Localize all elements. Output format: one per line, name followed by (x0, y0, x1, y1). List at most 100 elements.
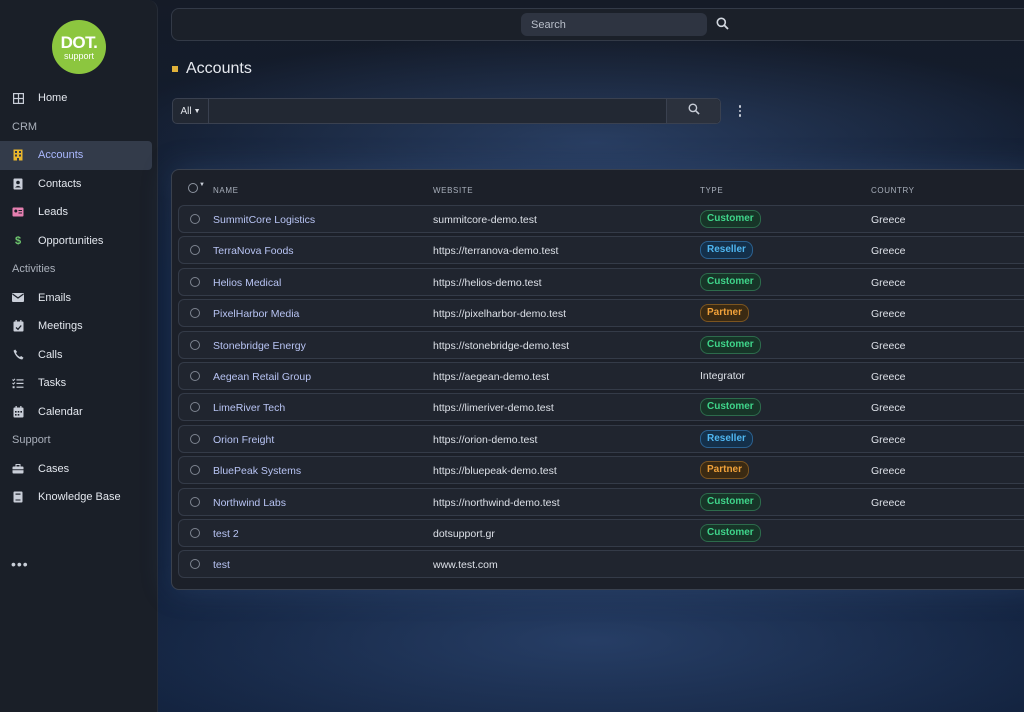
table-row[interactable]: TerraNova Foods https://terranova-demo.te… (178, 236, 1024, 265)
filter-text-input[interactable] (209, 99, 666, 123)
row-checkbox[interactable] (190, 559, 200, 570)
more-actions-kebab-icon[interactable] (735, 103, 745, 119)
sidebar-item-cases[interactable]: Cases (0, 455, 158, 484)
section-label-activities: Activities (12, 263, 56, 276)
account-country: Greece (871, 339, 906, 352)
checkbox-circle-icon (188, 183, 198, 193)
type-badge: Customer (700, 492, 761, 511)
column-header-country[interactable]: COUNTRY (871, 186, 915, 195)
table-row[interactable]: LimeRiver Tech https://limeriver-demo.tes… (178, 393, 1024, 422)
sidebar-item-home[interactable]: Home (0, 84, 158, 113)
account-name-link[interactable]: test (213, 559, 230, 571)
sidebar-item-calls[interactable]: Calls (0, 341, 158, 370)
logo-text-sub: support (63, 50, 95, 61)
row-checkbox[interactable] (190, 402, 200, 413)
sidebar-item-calendar[interactable]: Calendar (0, 398, 158, 427)
account-name-link[interactable]: Helios Medical (213, 277, 281, 289)
table-row[interactable]: Stonebridge Energy https://stonebridge-de… (178, 330, 1024, 359)
row-checkbox[interactable] (190, 245, 200, 256)
table-row[interactable]: test www.test.com (178, 550, 1024, 579)
global-search-input[interactable] (521, 13, 707, 36)
table-row[interactable]: test 2 dotsupport.gr Customer (178, 518, 1024, 547)
sidebar-item-contacts[interactable]: Contacts (0, 170, 158, 199)
account-name-link[interactable]: SummitCore Logistics (213, 214, 315, 226)
phone-icon (12, 349, 24, 361)
row-checkbox[interactable] (190, 308, 200, 319)
row-checkbox[interactable] (190, 527, 200, 538)
account-name-link[interactable]: PixelHarbor Media (213, 308, 299, 320)
top-bar (171, 8, 1024, 41)
type-badge: Reseller (700, 429, 753, 448)
section-label-support: Support (12, 434, 51, 447)
book-icon (12, 491, 24, 503)
account-country: Greece (871, 245, 906, 258)
account-type-cell: Customer (700, 492, 761, 511)
sidebar-item-opportunities[interactable]: $ Opportunities (0, 227, 158, 256)
row-checkbox[interactable] (190, 214, 200, 224)
sidebar-item-label: Meetings (38, 320, 83, 333)
account-type-cell: Integrator (700, 367, 745, 385)
table-row[interactable]: Aegean Retail Group https://aegean-demo.t… (178, 361, 1024, 390)
account-name-link[interactable]: BluePeak Systems (213, 465, 301, 477)
calendar-icon (12, 405, 24, 418)
account-name-link[interactable]: test 2 (213, 528, 239, 540)
account-type-cell: Customer (700, 210, 761, 228)
account-website: https://orion-demo.test (433, 433, 538, 446)
dot-support-logo[interactable]: DOT. support (52, 20, 106, 74)
sidebar-item-meetings[interactable]: Meetings (0, 312, 158, 341)
filter-scope-dropdown[interactable]: All ▼ (173, 99, 209, 123)
row-checkbox[interactable] (190, 339, 200, 350)
type-badge: Customer (700, 523, 761, 542)
account-country: Greece (871, 496, 906, 509)
account-website: https://limeriver-demo.test (433, 402, 554, 415)
account-type-cell: Customer (700, 272, 761, 291)
column-header-name[interactable]: NAME (213, 186, 239, 195)
account-name-link[interactable]: Northwind Labs (213, 497, 286, 509)
table-header: ▼ NAME WEBSITE TYPE COUNTRY (172, 180, 1024, 202)
search-icon[interactable] (716, 17, 730, 31)
row-checkbox[interactable] (190, 496, 200, 507)
table-row[interactable]: Northwind Labs https://northwind-demo.tes… (178, 487, 1024, 516)
account-country: Greece (871, 465, 906, 478)
sidebar-item-label: Home (38, 92, 68, 105)
account-name-link[interactable]: Stonebridge Energy (213, 340, 306, 352)
filter-scope-label: All (180, 105, 192, 117)
filter-search-button[interactable] (666, 99, 720, 123)
account-name-link[interactable]: TerraNova Foods (213, 245, 294, 257)
account-type-cell: Reseller (700, 241, 753, 260)
sidebar-item-knowledge-base[interactable]: Knowledge Base (0, 483, 158, 512)
table-row[interactable]: Helios Medical https://helios-demo.test Cu… (178, 267, 1024, 296)
row-checkbox[interactable] (190, 433, 200, 444)
account-website: dotsupport.gr (433, 527, 495, 540)
caret-down-icon: ▼ (193, 107, 201, 115)
type-text: Integrator (700, 369, 745, 382)
account-website: https://pixelharbor-demo.test (433, 308, 567, 321)
account-country: Greece (871, 308, 906, 321)
account-name-link[interactable]: Aegean Retail Group (213, 371, 311, 383)
column-header-website[interactable]: WEBSITE (433, 186, 473, 195)
table-row[interactable]: BluePeak Systems https://bluepeak-demo.te… (178, 456, 1024, 485)
account-type-cell: Customer (700, 398, 761, 417)
table-row[interactable]: PixelHarbor Media https://pixelharbor-dem… (178, 299, 1024, 328)
sidebar-item-label: Tasks (38, 377, 67, 390)
account-name-link[interactable]: LimeRiver Tech (213, 402, 285, 414)
row-checkbox[interactable] (190, 370, 200, 381)
sidebar-item-tasks[interactable]: Tasks (0, 369, 158, 398)
account-name-link[interactable]: Orion Freight (213, 434, 274, 446)
account-type-cell: Partner (700, 461, 750, 480)
sidebar-item-emails[interactable]: Emails (0, 284, 158, 313)
more-menu-icon[interactable]: ••• (11, 556, 29, 572)
dollar-icon: $ (14, 234, 22, 247)
table-row[interactable]: Orion Freight https://orion-demo.test Rese… (178, 424, 1024, 453)
account-website: www.test.com (433, 559, 498, 572)
sidebar-item-accounts[interactable]: Accounts (0, 141, 152, 170)
title-marker-icon (172, 66, 178, 72)
select-all-checkbox[interactable]: ▼ (188, 182, 206, 193)
column-header-type[interactable]: TYPE (700, 186, 723, 195)
sidebar-item-leads[interactable]: Leads (0, 198, 158, 227)
table-row[interactable]: SummitCore Logistics summitcore-demo.test… (178, 205, 1024, 233)
row-checkbox[interactable] (190, 465, 200, 476)
row-checkbox[interactable] (190, 276, 200, 287)
type-badge: Reseller (700, 241, 753, 260)
sidebar-nav: Home CRM Accounts Contacts Leads $ Oppor… (0, 84, 158, 512)
